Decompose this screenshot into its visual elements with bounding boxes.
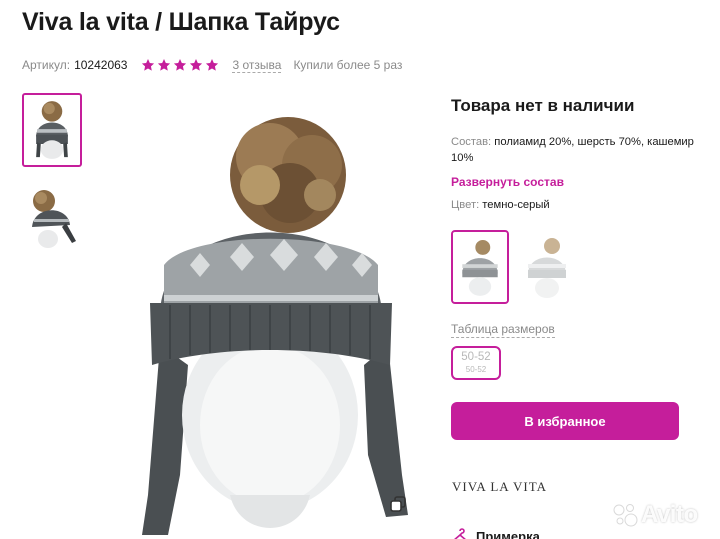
add-to-favorites-button[interactable]: В избранное <box>451 402 679 440</box>
product-info: Товара нет в наличии Состав: полиамид 20… <box>451 95 701 211</box>
composition: Состав: полиамид 20%, шерсть 70%, кашеми… <box>451 134 701 166</box>
rating-stars <box>141 58 219 72</box>
star-icon <box>206 59 219 71</box>
star-icon <box>190 59 203 71</box>
availability-status: Товара нет в наличии <box>451 96 635 115</box>
size-table-link[interactable]: Таблица размеров <box>451 322 555 338</box>
fitting-label: Примерка <box>476 528 540 539</box>
hat-light-gray-swatch-image <box>518 230 576 304</box>
main-product-image[interactable] <box>120 95 420 539</box>
avito-watermark: Avito <box>611 500 711 530</box>
hanger-icon <box>454 528 466 539</box>
size-label: 50-52 <box>461 351 491 363</box>
color-swatch-dark-gray[interactable] <box>451 230 509 304</box>
expand-composition-link[interactable]: Развернуть состав <box>451 175 701 189</box>
hat-main-image <box>120 95 420 539</box>
composition-label: Состав: <box>451 136 492 148</box>
avito-wordmark: Avito <box>641 501 698 528</box>
thumbnail-front[interactable] <box>22 93 82 167</box>
sku-label: Артикул: <box>22 58 71 72</box>
hat-dark-gray-swatch-image <box>453 232 507 302</box>
avito-logo-icon <box>613 504 638 527</box>
size-option-50-52[interactable]: 50-52 50-52 <box>451 346 501 380</box>
star-icon <box>158 59 171 71</box>
reviews-link[interactable]: 3 отзыва <box>232 58 282 73</box>
color-swatch-light-gray[interactable] <box>518 230 576 304</box>
purchase-count: Купили более 5 раз <box>293 58 403 72</box>
color-label: Цвет: <box>451 199 480 211</box>
copy-icon[interactable] <box>389 495 407 513</box>
size-sublabel: 50-52 <box>465 365 487 374</box>
hat-front-thumbnail-image <box>24 95 80 165</box>
hat-side-thumbnail-image <box>22 179 82 253</box>
fitting-option[interactable]: Примерка <box>452 528 540 539</box>
sku-value: 10242063 <box>74 58 128 72</box>
color-info: Цвет: темно-серый <box>451 199 701 211</box>
star-icon <box>142 59 155 71</box>
star-icon <box>174 59 187 71</box>
color-value: темно-серый <box>482 199 550 211</box>
brand-logo[interactable]: VIVA LA VITA <box>452 479 547 495</box>
thumbnail-side[interactable] <box>22 179 82 253</box>
product-title: Viva la vita / Шапка Тайрус <box>22 8 340 36</box>
product-meta: Артикул: 10242063 3 отзыва Купили более … <box>22 57 402 73</box>
